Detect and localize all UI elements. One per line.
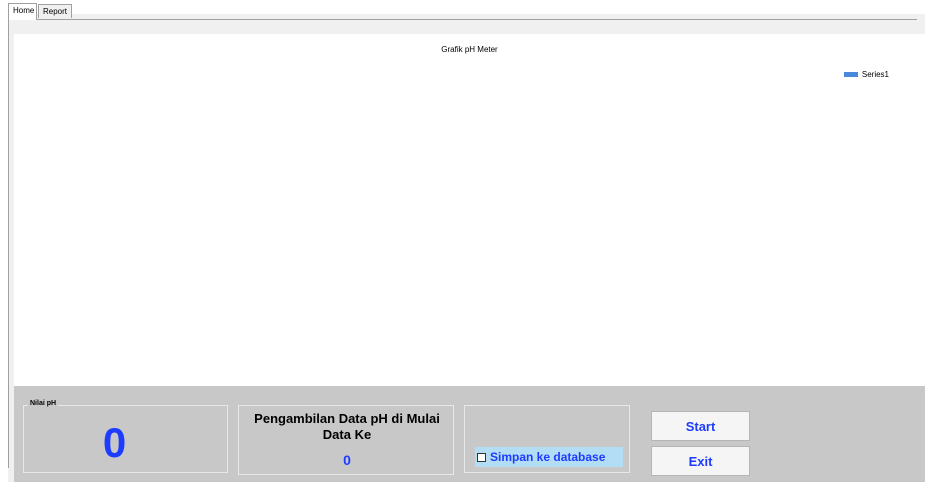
- chart-title: Grafik pH Meter: [441, 45, 498, 54]
- data-count-caption: Pengambilan Data pH di Mulai Data Ke: [254, 411, 440, 442]
- ph-value: 0: [102, 419, 127, 466]
- save-checkbox[interactable]: [477, 452, 486, 462]
- ph-value-group: Nilai pH 0: [23, 400, 228, 473]
- data-count-value: 0: [343, 452, 351, 468]
- tab-report[interactable]: Report: [38, 4, 72, 18]
- control-panel: Nilai pH 0 Pengambilan Data pH di Mulai …: [14, 386, 925, 482]
- save-group: Simpan ke database: [464, 405, 630, 473]
- chart-area: Grafik pH Meter Series1: [14, 34, 925, 386]
- start-button[interactable]: Start: [651, 411, 750, 441]
- exit-button[interactable]: Exit: [651, 446, 750, 476]
- legend-label: Series1: [861, 69, 889, 79]
- tab-home[interactable]: Home: [8, 3, 37, 20]
- chart-legend: Series1: [843, 69, 889, 79]
- legend-swatch: [843, 71, 858, 77]
- ph-group-label: Nilai pH: [28, 400, 59, 407]
- save-to-database-option[interactable]: Simpan ke database: [475, 447, 623, 467]
- save-checkbox-label[interactable]: Simpan ke database: [490, 450, 605, 464]
- data-count-group: Pengambilan Data pH di Mulai Data Ke 0: [238, 405, 454, 475]
